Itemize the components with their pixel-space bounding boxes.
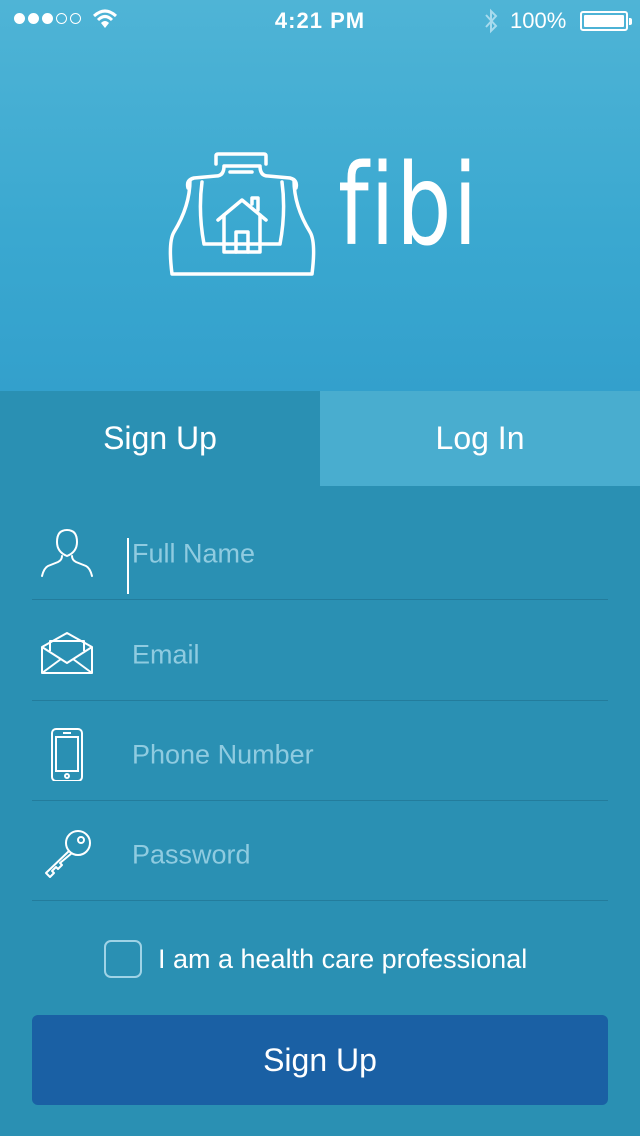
logo-wordmark: fibi — [338, 141, 479, 271]
person-icon — [41, 528, 93, 577]
health-professional-checkbox[interactable] — [104, 940, 142, 978]
status-bar: 4:21 PM 100% — [0, 0, 640, 40]
phone-icon — [51, 728, 83, 781]
phone-number-field[interactable]: Phone Number — [32, 701, 608, 801]
email-placeholder: Email — [132, 639, 200, 670]
battery-percentage: 100% — [510, 8, 567, 33]
health-professional-option[interactable]: I am a health care professional — [104, 938, 527, 980]
phone-number-placeholder: Phone Number — [132, 739, 314, 770]
password-placeholder: Password — [132, 839, 251, 870]
tab-sign-up[interactable]: Sign Up — [0, 391, 320, 486]
hero-header: 4:21 PM 100% fibi — [0, 0, 640, 391]
tab-log-in[interactable]: Log In — [320, 391, 640, 486]
battery-icon — [580, 11, 632, 31]
full-name-placeholder: Full Name — [132, 538, 256, 569]
bluetooth-icon — [485, 8, 498, 34]
password-field[interactable]: Password — [32, 801, 608, 901]
email-field[interactable]: Email — [32, 601, 608, 701]
sign-up-button[interactable]: Sign Up — [32, 1015, 608, 1105]
bag-house-logo-icon — [168, 152, 316, 276]
key-icon — [45, 830, 91, 878]
full-name-field[interactable]: Full Name — [32, 500, 608, 600]
text-cursor — [127, 538, 129, 594]
envelope-icon — [41, 632, 93, 674]
health-professional-label: I am a health care professional — [158, 943, 528, 974]
auth-tabs: Sign Up Log In — [0, 391, 640, 486]
